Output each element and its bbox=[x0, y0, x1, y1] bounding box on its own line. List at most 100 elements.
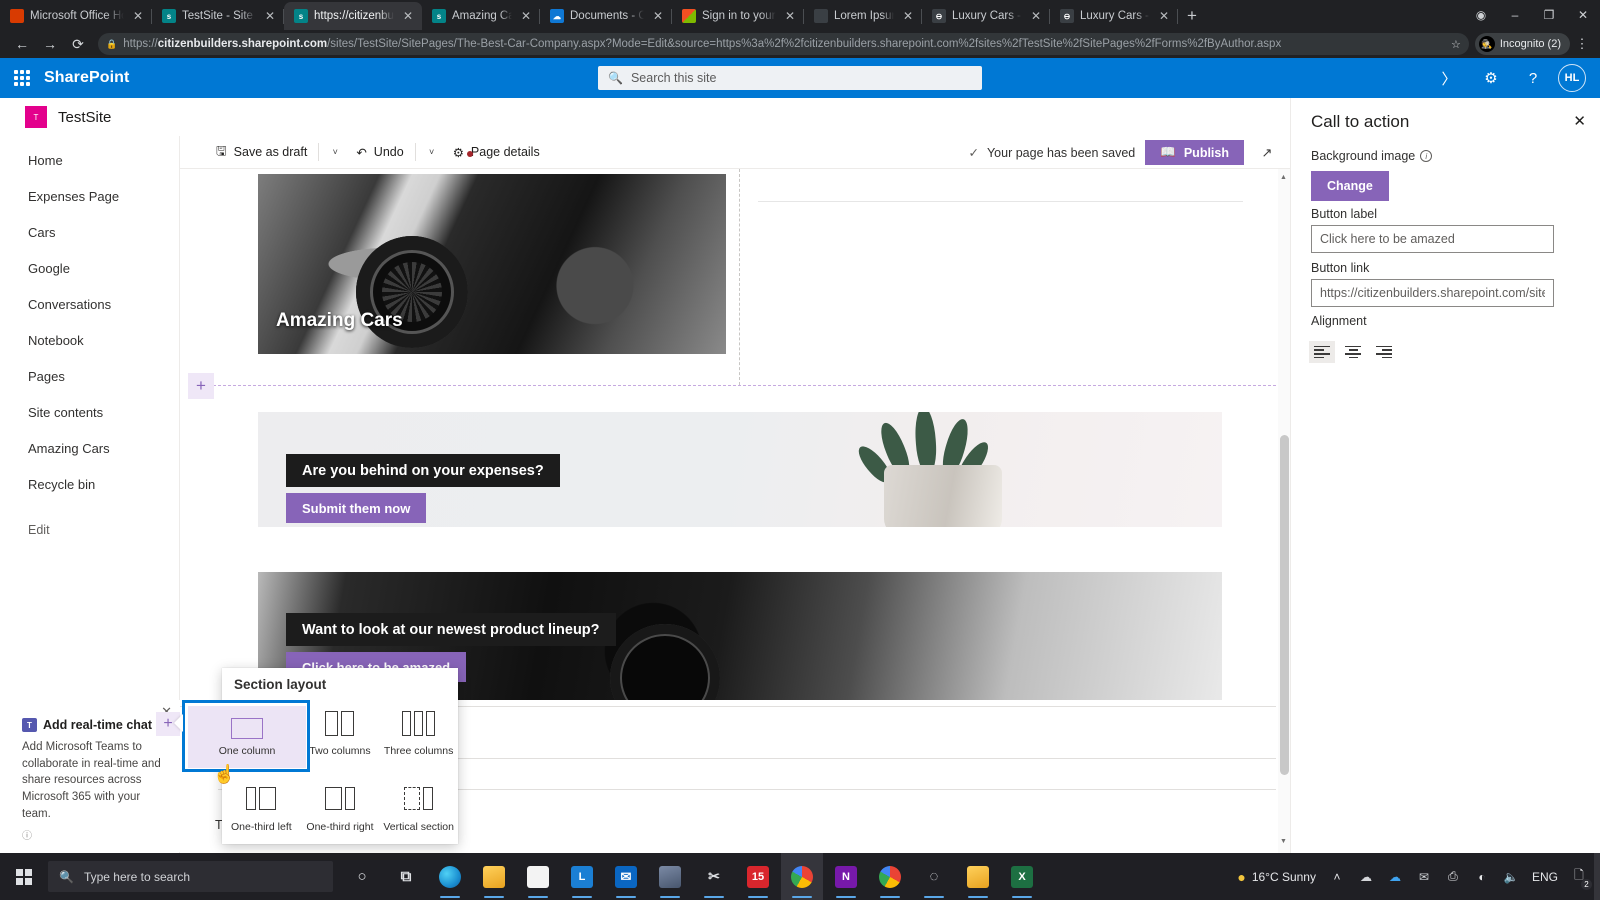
layout-option-one-column-selected[interactable]: One column ☝ bbox=[182, 700, 310, 783]
sidebar-item-amazing-cars[interactable]: Amazing Cars bbox=[0, 430, 179, 466]
show-hidden-icons-chevron-icon[interactable]: ˄ bbox=[1324, 853, 1350, 900]
chrome-2-icon[interactable] bbox=[869, 853, 911, 900]
megaphone-icon[interactable]: 〉 bbox=[1430, 58, 1468, 98]
sidebar-item-recycle-bin[interactable]: Recycle bin bbox=[0, 466, 179, 502]
help-icon[interactable]: ? bbox=[1514, 58, 1552, 98]
windows-start-icon[interactable] bbox=[0, 853, 48, 900]
gear-icon[interactable]: ⚙ bbox=[1472, 58, 1510, 98]
site-search-box[interactable]: 🔍 Search this site bbox=[598, 66, 982, 90]
minimize-button[interactable]: – bbox=[1498, 0, 1532, 30]
close-tab-icon[interactable]: ✕ bbox=[130, 8, 146, 24]
microsoft-store-icon[interactable] bbox=[517, 853, 559, 900]
sidebar-item-home[interactable]: Home bbox=[0, 142, 179, 178]
scroll-up-arrow-icon[interactable]: ▲ bbox=[1279, 173, 1288, 183]
browser-icon[interactable]: ◌ bbox=[913, 853, 955, 900]
canvas-scrollbar-track[interactable]: ▲ ▼ bbox=[1278, 169, 1290, 853]
show-desktop-button[interactable] bbox=[1594, 853, 1600, 900]
folder-icon[interactable] bbox=[957, 853, 999, 900]
info-icon[interactable]: i bbox=[1420, 150, 1433, 162]
browser-tab[interactable]: ⊖ Luxury Cars - Sedans, ✕ bbox=[922, 2, 1050, 30]
new-tab-button[interactable]: + bbox=[1178, 2, 1206, 30]
browser-tab[interactable]: s TestSite - Site Pages - ✕ bbox=[152, 2, 284, 30]
layout-option-one-third-left[interactable]: One-third left bbox=[222, 774, 301, 842]
address-bar[interactable]: 🔒 https://citizenbuilders.sharepoint.com… bbox=[98, 33, 1469, 55]
sidebar-edit-link[interactable]: Edit bbox=[0, 512, 179, 548]
weather-widget[interactable]: ● 16°C Sunny bbox=[1232, 853, 1321, 900]
onenote-icon[interactable]: N bbox=[825, 853, 867, 900]
save-chevron-down-icon[interactable]: ˅ bbox=[322, 136, 348, 168]
edge-icon[interactable] bbox=[429, 853, 471, 900]
close-window-button[interactable]: ✕ bbox=[1566, 0, 1600, 30]
hero-car-image[interactable]: Amazing Cars bbox=[258, 174, 726, 354]
site-title[interactable]: TestSite bbox=[58, 109, 111, 126]
layout-option-one-third-right[interactable]: One-third right bbox=[301, 774, 380, 842]
mail-icon[interactable]: ✉ bbox=[605, 853, 647, 900]
calculator-icon[interactable] bbox=[649, 853, 691, 900]
sidebar-item-site-contents[interactable]: Site contents bbox=[0, 394, 179, 430]
scroll-down-arrow-icon[interactable]: ▼ bbox=[1279, 837, 1288, 847]
publish-button[interactable]: 📖 Publish bbox=[1145, 140, 1244, 165]
app-launcher-icon[interactable] bbox=[0, 58, 44, 98]
snip-sketch-icon[interactable]: ✂ bbox=[693, 853, 735, 900]
close-icon[interactable]: ✕ bbox=[1573, 112, 1586, 130]
expand-icon[interactable]: ↗ bbox=[1254, 140, 1280, 166]
layout-option-three-columns[interactable]: Three columns bbox=[379, 698, 458, 766]
sidebar-item-google[interactable]: Google bbox=[0, 250, 179, 286]
wifi-icon[interactable]: ◐ bbox=[1469, 853, 1495, 900]
undo-button[interactable]: ↶ Undo bbox=[348, 136, 411, 168]
canvas-scrollbar-thumb[interactable] bbox=[1280, 435, 1289, 775]
star-icon[interactable]: ☆ bbox=[1451, 38, 1461, 51]
browser-tab[interactable]: s Amazing Cars ✕ bbox=[422, 2, 540, 30]
browser-tab[interactable]: Sign in to your account ✕ bbox=[672, 2, 804, 30]
task-view-icon[interactable]: ⧉ bbox=[385, 853, 427, 900]
cta-expenses-webpart[interactable]: Are you behind on your expenses? Submit … bbox=[258, 412, 1222, 527]
profile-indicator-icon[interactable]: ◉ bbox=[1464, 0, 1498, 30]
undo-chevron-down-icon[interactable]: ˅ bbox=[419, 136, 445, 168]
incognito-indicator[interactable]: 🕵 Incognito (2) bbox=[1474, 33, 1570, 55]
file-explorer-icon[interactable] bbox=[473, 853, 515, 900]
page-details-button[interactable]: ⚙ Page details bbox=[445, 136, 548, 168]
sidebar-item-cars[interactable]: Cars bbox=[0, 214, 179, 250]
excel-icon[interactable]: X bbox=[1001, 853, 1043, 900]
browser-tab[interactable]: Microsoft Office Home ✕ bbox=[0, 2, 152, 30]
notification-icon[interactable]: 🗋 2 bbox=[1566, 853, 1592, 900]
reload-button[interactable]: ⟳ bbox=[64, 32, 92, 56]
todoist-icon[interactable]: 15 bbox=[737, 853, 779, 900]
close-tab-icon[interactable]: ✕ bbox=[650, 8, 666, 24]
printer-icon[interactable]: ⎙ bbox=[1440, 853, 1466, 900]
browser-tab[interactable]: ☁ Documents - OneDrive ✕ bbox=[540, 2, 672, 30]
outlook-tray-icon[interactable]: ✉ bbox=[1411, 853, 1437, 900]
button-label-input[interactable] bbox=[1311, 225, 1554, 253]
close-tab-icon[interactable]: ✕ bbox=[400, 8, 416, 24]
close-tab-icon[interactable]: ✕ bbox=[262, 8, 278, 24]
sidebar-item-pages[interactable]: Pages bbox=[0, 358, 179, 394]
sidebar-item-expenses-page[interactable]: Expenses Page bbox=[0, 178, 179, 214]
onedrive-cloud-icon[interactable]: ☁ bbox=[1353, 853, 1379, 900]
sharepoint-brand[interactable]: SharePoint bbox=[44, 69, 129, 87]
browser-tab[interactable]: ⊖ Luxury Cars - Sedans, ✕ bbox=[1050, 2, 1178, 30]
change-background-button[interactable]: Change bbox=[1311, 171, 1389, 201]
save-as-draft-button[interactable]: 🖫 Save as draft bbox=[208, 136, 315, 168]
align-center-icon[interactable] bbox=[1340, 341, 1366, 363]
language-indicator[interactable]: ENG bbox=[1527, 853, 1563, 900]
info-icon[interactable]: ⓘ bbox=[22, 827, 166, 842]
forward-button[interactable]: → bbox=[36, 32, 64, 56]
align-left-icon[interactable] bbox=[1309, 341, 1335, 363]
kebab-menu-icon[interactable]: ⋮ bbox=[1572, 36, 1592, 52]
browser-tab[interactable]: Lorem Ipsum - All the ✕ bbox=[804, 2, 922, 30]
layout-option-vertical-section[interactable]: Vertical section bbox=[379, 774, 458, 842]
close-tab-icon[interactable]: ✕ bbox=[1028, 8, 1044, 24]
cta-expenses-button[interactable]: Submit them now bbox=[286, 493, 427, 523]
sidebar-item-notebook[interactable]: Notebook bbox=[0, 322, 179, 358]
close-tab-icon[interactable]: ✕ bbox=[900, 8, 916, 24]
lumen-app-icon[interactable]: L bbox=[561, 853, 603, 900]
maximize-button[interactable]: ❐ bbox=[1532, 0, 1566, 30]
back-button[interactable]: ← bbox=[8, 32, 36, 56]
close-tab-icon[interactable]: ✕ bbox=[1156, 8, 1172, 24]
chrome-icon[interactable] bbox=[781, 853, 823, 900]
cortana-icon[interactable]: ○ bbox=[341, 853, 383, 900]
close-tab-icon[interactable]: ✕ bbox=[518, 8, 534, 24]
close-tab-icon[interactable]: ✕ bbox=[782, 8, 798, 24]
browser-tab[interactable]: s https://citizenbuilders ✕ bbox=[284, 2, 422, 30]
avatar[interactable]: HL bbox=[1558, 64, 1586, 92]
